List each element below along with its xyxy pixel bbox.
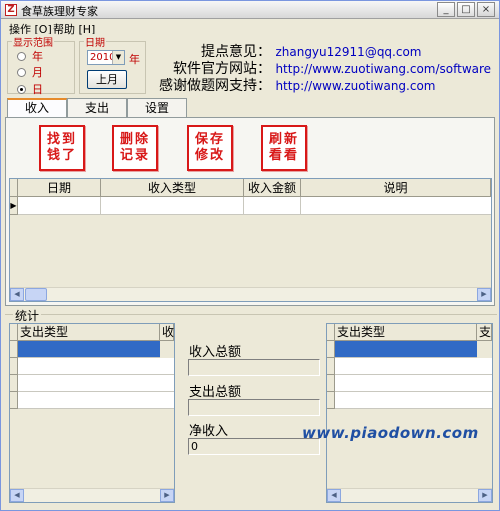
radio-checked-icon[interactable] bbox=[17, 85, 26, 94]
cell-income-amount[interactable] bbox=[244, 197, 301, 214]
row-selector[interactable] bbox=[327, 341, 335, 358]
left-col-income[interactable]: 收 bbox=[160, 324, 174, 341]
save-changes-button[interactable]: 保存 修改 bbox=[187, 125, 233, 171]
find-money-button[interactable]: 找到 钱了 bbox=[39, 125, 85, 171]
tab-income[interactable]: 收入 bbox=[7, 98, 67, 118]
table-row[interactable] bbox=[335, 358, 492, 375]
thanks-label: 感谢做题网支持： bbox=[159, 78, 271, 94]
app-window: Z 食草族理财专家 _ □ × 操作 [O] 帮助 [H] 显示范围 年 月 日… bbox=[0, 0, 500, 511]
scroll-right-icon[interactable]: ▶ bbox=[477, 288, 491, 301]
row-selector[interactable] bbox=[327, 358, 335, 375]
scroll-left-icon[interactable]: ◀ bbox=[10, 489, 24, 502]
find-money-line2: 钱了 bbox=[46, 148, 77, 163]
radio-day[interactable]: 日 bbox=[17, 81, 43, 97]
table-row[interactable] bbox=[18, 392, 174, 409]
right-hscrollbar[interactable]: ◀ ▶ bbox=[327, 488, 492, 502]
year-suffix-label: 年 bbox=[129, 53, 140, 66]
cell-description[interactable] bbox=[301, 197, 491, 214]
table-row[interactable] bbox=[335, 392, 492, 409]
expense-total-label: 支出总额 bbox=[189, 385, 242, 400]
radio-circle-icon[interactable] bbox=[17, 52, 26, 61]
save-changes-line1: 保存 bbox=[194, 132, 225, 147]
row-pointer-icon[interactable]: ▶ bbox=[10, 197, 18, 215]
income-total-label: 收入总额 bbox=[189, 345, 242, 360]
table-row[interactable] bbox=[18, 197, 491, 215]
thanks-line: 感谢做题网支持： http://www.zuotiwang.com bbox=[159, 75, 436, 95]
minimize-button[interactable]: _ bbox=[437, 2, 455, 17]
save-changes-line2: 修改 bbox=[194, 148, 225, 163]
radio-month[interactable]: 月 bbox=[17, 64, 43, 80]
maximize-button[interactable]: □ bbox=[457, 2, 475, 17]
income-table-header: 日期 收入类型 收入金额 说明 bbox=[10, 179, 491, 197]
delete-record-line2: 记录 bbox=[119, 148, 150, 163]
left-grid-corner bbox=[10, 324, 18, 341]
row-selector[interactable] bbox=[10, 358, 18, 375]
income-table[interactable]: 日期 收入类型 收入金额 说明 ▶ ◀ ▶ bbox=[9, 178, 492, 302]
radio-day-label: 日 bbox=[32, 83, 43, 96]
expense-total-field bbox=[188, 399, 320, 416]
window-title: 食草族理财专家 bbox=[21, 5, 98, 18]
thanks-link[interactable]: http://www.zuotiwang.com bbox=[275, 79, 435, 93]
close-button[interactable]: × bbox=[477, 2, 495, 17]
refresh-line1: 刷新 bbox=[268, 132, 299, 147]
table-row[interactable] bbox=[18, 341, 160, 358]
scroll-thumb[interactable] bbox=[25, 288, 47, 301]
delete-record-button[interactable]: 删除 记录 bbox=[112, 125, 158, 171]
year-select[interactable]: 2010 ▼ bbox=[87, 50, 125, 65]
display-range-title: 显示范围 bbox=[12, 34, 54, 49]
feedback-email[interactable]: zhangyu12911@qq.com bbox=[275, 45, 421, 59]
website-link[interactable]: http://www.zuotiwang.com/software bbox=[275, 62, 491, 76]
left-stats-grid[interactable]: 支出类型 收 ◀ ▶ bbox=[9, 323, 175, 503]
row-selector[interactable] bbox=[327, 375, 335, 392]
menu-bar: 操作 [O] 帮助 [H] bbox=[1, 20, 499, 36]
radio-month-label: 月 bbox=[32, 66, 43, 79]
tab-expense[interactable]: 支出 bbox=[67, 98, 127, 118]
dropdown-arrow-icon[interactable]: ▼ bbox=[112, 51, 124, 64]
right-grid-corner bbox=[327, 324, 335, 341]
watermark-text: www.piaodown.com bbox=[302, 424, 479, 442]
table-row[interactable] bbox=[335, 375, 492, 392]
col-income-type[interactable]: 收入类型 bbox=[101, 179, 244, 197]
cell-date[interactable] bbox=[18, 197, 101, 214]
refresh-button[interactable]: 刷新 看看 bbox=[261, 125, 307, 171]
col-date[interactable]: 日期 bbox=[18, 179, 101, 197]
find-money-line1: 找到 bbox=[46, 132, 77, 147]
cell-income-type[interactable] bbox=[101, 197, 244, 214]
right-col-expense[interactable]: 支 bbox=[477, 324, 492, 341]
scroll-right-icon[interactable]: ▶ bbox=[478, 489, 492, 502]
radio-circle-icon[interactable] bbox=[17, 68, 26, 77]
income-total-field bbox=[188, 359, 320, 376]
scroll-left-icon[interactable]: ◀ bbox=[10, 288, 24, 301]
col-description[interactable]: 说明 bbox=[301, 179, 491, 197]
date-group-title: 日期 bbox=[84, 34, 106, 49]
income-hscrollbar[interactable]: ◀ ▶ bbox=[10, 287, 491, 301]
stats-title: 统计 bbox=[13, 307, 42, 324]
table-row[interactable] bbox=[18, 375, 174, 392]
net-income-field: 0 bbox=[188, 438, 320, 455]
row-selector[interactable] bbox=[10, 392, 18, 409]
row-selector[interactable] bbox=[327, 392, 335, 409]
scroll-right-icon[interactable]: ▶ bbox=[160, 489, 174, 502]
right-stats-grid[interactable]: 支出类型 支 ◀ ▶ bbox=[326, 323, 493, 503]
delete-record-line1: 删除 bbox=[119, 132, 150, 147]
left-hscrollbar[interactable]: ◀ ▶ bbox=[10, 488, 174, 502]
right-col-expense-type[interactable]: 支出类型 bbox=[335, 324, 477, 341]
radio-year-label: 年 bbox=[32, 50, 43, 63]
prev-month-button[interactable]: 上月 bbox=[87, 70, 127, 89]
scroll-left-icon[interactable]: ◀ bbox=[327, 489, 341, 502]
refresh-line2: 看看 bbox=[268, 148, 299, 163]
table-row[interactable] bbox=[18, 358, 174, 375]
row-selector[interactable] bbox=[10, 375, 18, 392]
left-col-expense-type[interactable]: 支出类型 bbox=[18, 324, 160, 341]
radio-year[interactable]: 年 bbox=[17, 48, 43, 64]
app-icon: Z bbox=[5, 4, 17, 16]
row-selector[interactable] bbox=[10, 341, 18, 358]
table-row[interactable] bbox=[335, 341, 477, 358]
net-income-label: 净收入 bbox=[189, 424, 229, 439]
row-header-corner bbox=[10, 179, 18, 197]
col-income-amount[interactable]: 收入金额 bbox=[244, 179, 301, 197]
tab-settings[interactable]: 设置 bbox=[127, 98, 187, 118]
title-bar: Z 食草族理财专家 _ □ × bbox=[1, 1, 499, 19]
